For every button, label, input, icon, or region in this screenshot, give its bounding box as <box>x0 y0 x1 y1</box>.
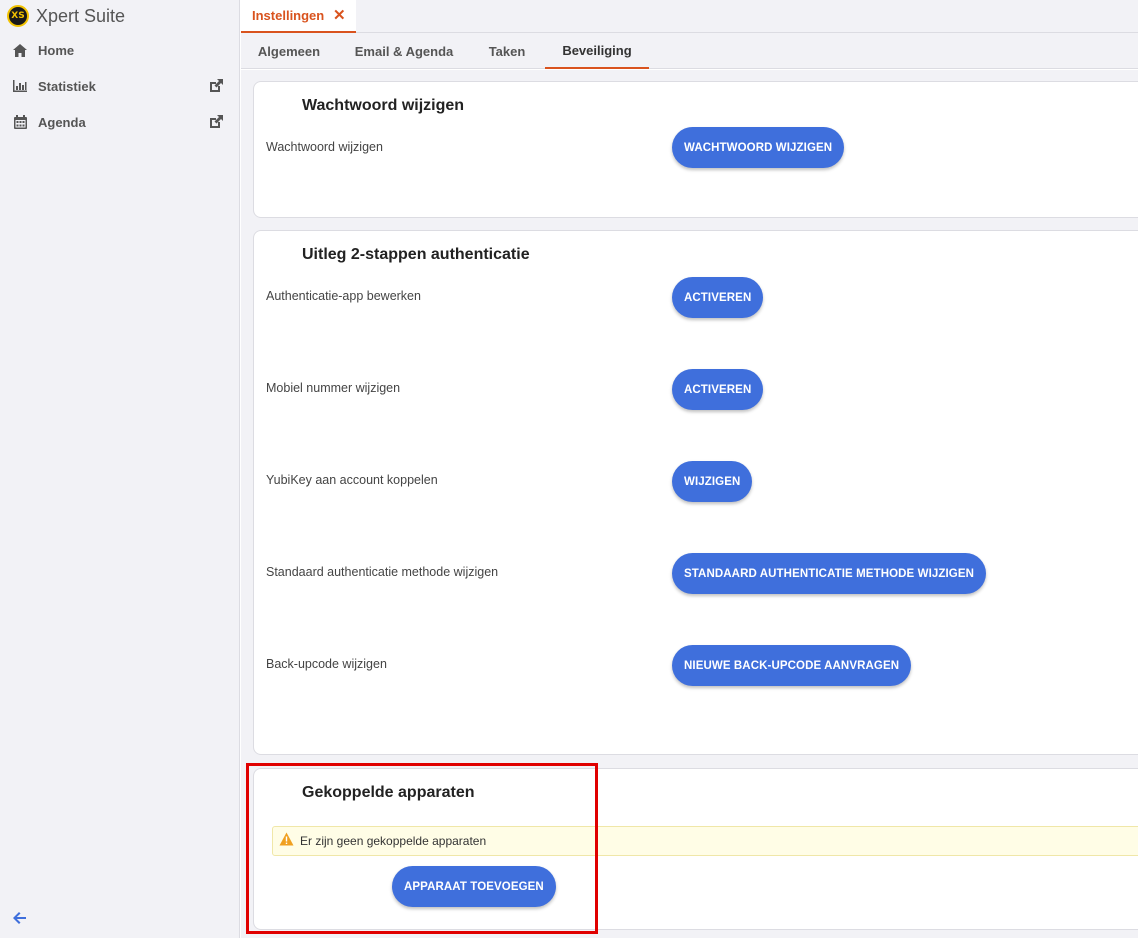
tab-email-agenda[interactable]: Email & Agenda <box>345 33 463 69</box>
card-title: Wachtwoord wijzigen <box>302 97 465 114</box>
card-title: Uitleg 2-stappen authenticatie <box>302 246 530 263</box>
devices-card: Gekoppelde apparaten Er zijn geen gekopp… <box>253 768 1138 930</box>
password-card: Wachtwoord wijzigen Wachtwoord wijzigen … <box>253 81 1138 218</box>
brand[interactable]: XS Xpert Suite <box>0 0 239 32</box>
no-devices-alert: Er zijn geen gekoppelde apparaten <box>272 826 1138 856</box>
arrow-left-icon <box>12 912 28 930</box>
row-label: Authenticatie-app bewerken <box>266 289 421 303</box>
settings-tabs: Algemeen Email & Agenda Taken Beveiligin… <box>241 33 1138 69</box>
sidebar-item-label: Home <box>38 42 75 58</box>
add-device-button[interactable]: APPARAAT TOEVOEGEN <box>392 866 556 907</box>
calendar-icon <box>13 115 27 129</box>
home-icon <box>13 43 27 57</box>
tab-taken[interactable]: Taken <box>479 33 535 69</box>
activate-mobile-button[interactable]: ACTIVEREN <box>672 369 764 410</box>
row-label: YubiKey aan account koppelen <box>266 473 438 487</box>
main-content: Wachtwoord wijzigen Wachtwoord wijzigen … <box>241 70 1138 938</box>
sidebar-item-label: Statistiek <box>38 78 96 94</box>
app-title: Xpert Suite <box>36 5 126 26</box>
row-label: Wachtwoord wijzigen <box>266 140 383 154</box>
sidebar-item-label: Agenda <box>38 114 86 130</box>
tab-algemeen[interactable]: Algemeen <box>249 33 329 69</box>
twofa-card: Uitleg 2-stappen authenticatie Authentic… <box>253 230 1138 755</box>
sidebar-item-home[interactable]: Home <box>0 32 240 68</box>
open-tabs-bar: Instellingen ✕ <box>241 0 1138 33</box>
close-icon[interactable]: ✕ <box>333 6 346 24</box>
change-default-method-button[interactable]: STANDAARD AUTHENTICATIE METHODE WIJZIGEN <box>672 553 987 594</box>
bar-chart-icon <box>13 79 27 93</box>
change-password-button[interactable]: WACHTWOORD WIJZIGEN <box>672 127 845 168</box>
new-backup-code-button[interactable]: NIEUWE BACK-UPCODE AANVRAGEN <box>672 645 912 686</box>
row-label: Mobiel nummer wijzigen <box>266 381 401 395</box>
activate-auth-app-button[interactable]: ACTIVEREN <box>672 277 764 318</box>
sidebar-item-statistiek[interactable]: Statistiek <box>0 68 240 104</box>
sidebar-item-agenda[interactable]: Agenda <box>0 104 240 140</box>
row-label: Standaard authenticatie methode wijzigen <box>266 565 499 579</box>
change-yubikey-button[interactable]: WIJZIGEN <box>672 461 753 502</box>
alert-text: Er zijn geen gekoppelde apparaten <box>300 834 487 848</box>
external-link-icon[interactable] <box>208 78 224 94</box>
tab-beveiliging[interactable]: Beveiliging <box>545 33 649 69</box>
warning-icon <box>279 832 294 851</box>
xpert-suite-logo-icon: XS <box>7 5 29 27</box>
external-link-icon[interactable] <box>208 114 224 130</box>
collapse-sidebar-button[interactable] <box>12 910 30 928</box>
row-label: Back-upcode wijzigen <box>266 657 387 671</box>
sidebar: XS Xpert Suite Home Statistiek Agenda <box>0 0 240 938</box>
card-title: Gekoppelde apparaten <box>302 784 475 801</box>
tab-instellingen[interactable]: Instellingen ✕ <box>241 0 356 33</box>
tab-label: Instellingen <box>252 8 325 23</box>
